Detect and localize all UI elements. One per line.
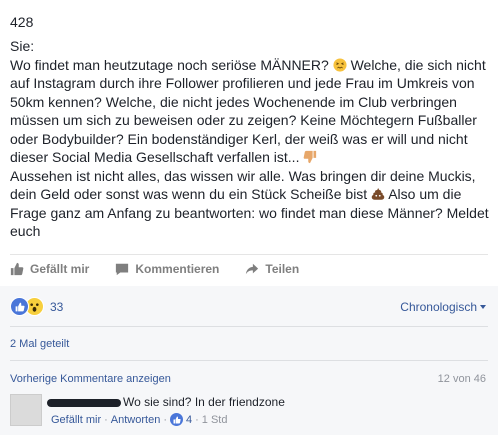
comment-count: 12 von 46 — [437, 373, 486, 385]
comment-like-count[interactable]: 4 — [186, 414, 192, 426]
divider — [10, 360, 488, 361]
separator: · — [104, 413, 108, 426]
like-reaction-icon — [10, 297, 29, 316]
thumbs-up-icon — [10, 262, 24, 276]
like-icon — [170, 413, 183, 426]
comment-like-link[interactable]: Gefällt mir — [51, 414, 101, 426]
previous-comments-link[interactable]: Vorherige Kommentare anzeigen — [10, 373, 171, 385]
like-button[interactable]: Gefällt mir — [10, 262, 89, 276]
comment-meta: Gefällt mir · Antworten · 4 · 1 Std — [51, 413, 227, 426]
share-button[interactable]: Teilen — [245, 262, 299, 276]
comment-icon — [116, 263, 129, 276]
comment-label: Kommentieren — [135, 262, 220, 276]
share-label: Teilen — [265, 262, 300, 276]
comment-reply-link[interactable]: Antworten — [111, 414, 161, 426]
reaction-count: 33 — [50, 299, 64, 314]
post-text: Sie: Wo findet man heutzutage noch seriö… — [10, 38, 493, 239]
facebook-post: 428 Sie: Wo findet man heutzutage noch s… — [0, 0, 498, 435]
comment-order-dropdown[interactable]: Chronologisch — [400, 300, 486, 314]
thumbs-down-emoji — [303, 150, 317, 164]
separator: · — [195, 413, 199, 426]
divider — [10, 254, 488, 255]
comment-button[interactable]: Kommentieren — [115, 262, 219, 276]
comment-timestamp[interactable]: 1 Std — [202, 414, 228, 426]
comment-text: Wo sie sind? In der friendzone — [123, 395, 285, 409]
reactions-summary[interactable]: 33 — [10, 297, 63, 316]
pile-of-poo-emoji — [371, 187, 385, 201]
shares-link[interactable]: 2 Mal geteilt — [10, 338, 69, 350]
post-number: 428 — [10, 14, 34, 30]
redacted-author-name[interactable] — [47, 398, 121, 407]
separator: · — [163, 413, 167, 426]
like-label: Gefällt mir — [30, 262, 90, 276]
divider — [10, 326, 488, 327]
confounded-face-emoji — [333, 57, 347, 72]
post-actions: Gefällt mir Kommentieren Teilen — [10, 262, 325, 276]
comment-body: Wo sie sind? In der friendzone — [47, 395, 285, 409]
avatar[interactable] — [10, 394, 42, 426]
share-arrow-icon — [246, 263, 259, 275]
